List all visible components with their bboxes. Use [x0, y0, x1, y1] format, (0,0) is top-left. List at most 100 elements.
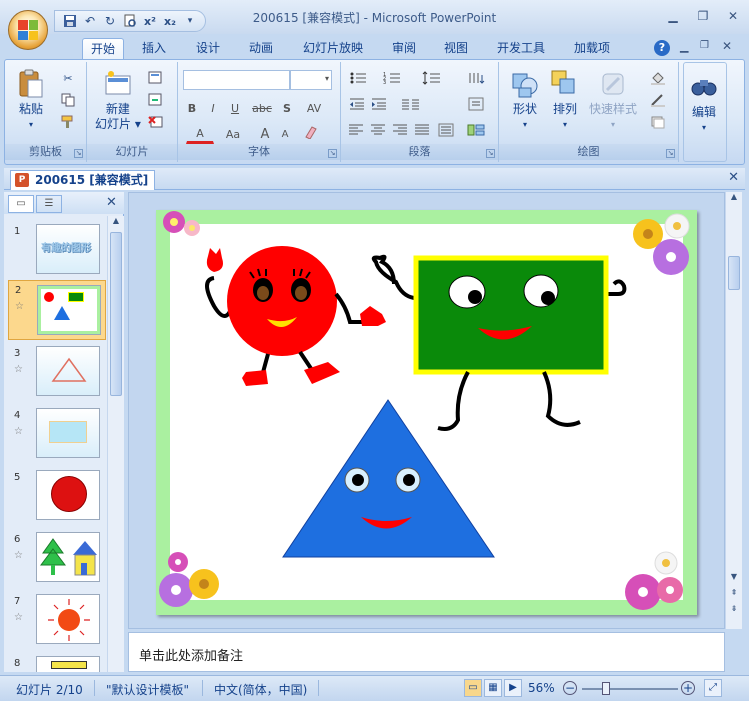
- notes-pane[interactable]: 单击此处添加备注: [128, 632, 725, 672]
- next-slide-icon[interactable]: ⇟: [726, 604, 742, 618]
- tab-home[interactable]: 开始: [82, 38, 124, 60]
- slides-tab[interactable]: ▭: [8, 195, 34, 213]
- columns-icon[interactable]: [397, 96, 425, 112]
- scroll-up-icon[interactable]: ▲: [108, 216, 124, 230]
- slide-thumbnail-8[interactable]: 8: [8, 654, 106, 672]
- clear-formatting-icon[interactable]: [302, 124, 320, 140]
- paragraph-launcher-icon[interactable]: ↘: [486, 149, 495, 158]
- tab-slideshow[interactable]: 幻灯片放映: [296, 38, 370, 60]
- minimize-button[interactable]: ▁: [661, 6, 685, 26]
- smartart-icon[interactable]: [465, 122, 489, 138]
- clipboard-launcher-icon[interactable]: ↘: [74, 149, 83, 158]
- decrease-indent-icon[interactable]: [347, 96, 367, 112]
- tab-design[interactable]: 设计: [186, 38, 230, 60]
- tab-view[interactable]: 视图: [434, 38, 478, 60]
- numbering-icon[interactable]: 123: [381, 70, 411, 86]
- theme-name[interactable]: "默认设计模板": [106, 681, 189, 698]
- font-size-combo[interactable]: ▾: [290, 70, 332, 90]
- grow-font-button[interactable]: A: [256, 124, 274, 144]
- editing-button[interactable]: 编辑 ▾: [688, 71, 720, 135]
- character-spacing-button[interactable]: AV: [300, 98, 328, 118]
- language-indicator[interactable]: 中文(简体，中国): [214, 681, 307, 698]
- distribute-icon[interactable]: [437, 122, 455, 138]
- previous-slide-icon[interactable]: ⇞: [726, 588, 742, 602]
- format-painter-icon[interactable]: [59, 114, 77, 130]
- customize-qat-icon[interactable]: ▾: [181, 12, 199, 30]
- scroll-up-icon[interactable]: ▲: [726, 192, 742, 206]
- zoom-level[interactable]: 56%: [528, 681, 555, 695]
- font-name-combo[interactable]: [183, 70, 290, 90]
- paste-button[interactable]: 粘贴 ▾: [15, 68, 47, 132]
- strikethrough-button[interactable]: abc: [250, 98, 274, 118]
- scroll-thumb[interactable]: [110, 232, 122, 396]
- save-icon[interactable]: [61, 12, 79, 30]
- bold-button[interactable]: B: [183, 98, 201, 118]
- cut-icon[interactable]: ✂: [59, 70, 77, 86]
- text-direction-icon[interactable]: [465, 70, 489, 86]
- align-text-icon[interactable]: [465, 96, 489, 112]
- doc-minimize-icon[interactable]: ▁: [680, 40, 688, 53]
- drawing-launcher-icon[interactable]: ↘: [666, 149, 675, 158]
- fit-to-window-icon[interactable]: ⤢: [704, 679, 722, 697]
- tab-developer[interactable]: 开发工具: [490, 38, 552, 60]
- zoom-out-icon[interactable]: −: [563, 681, 577, 695]
- help-icon[interactable]: ?: [654, 40, 670, 56]
- align-center-icon[interactable]: [369, 122, 387, 138]
- subscript-icon[interactable]: x₂: [161, 12, 179, 30]
- maximize-button[interactable]: ❐: [691, 6, 715, 26]
- close-button[interactable]: ✕: [721, 6, 745, 26]
- increase-indent-icon[interactable]: [369, 96, 389, 112]
- layout-icon[interactable]: [147, 70, 165, 86]
- triangle-character[interactable]: [282, 399, 495, 558]
- underline-button[interactable]: U: [226, 98, 244, 118]
- doc-close-icon[interactable]: ✕: [722, 39, 732, 53]
- shapes-button[interactable]: 形状 ▾: [509, 68, 541, 132]
- shape-outline-icon[interactable]: [649, 92, 667, 108]
- slides-pane-scrollbar[interactable]: ▲: [107, 216, 124, 672]
- superscript-icon[interactable]: x²: [141, 12, 159, 30]
- zoom-slider-thumb[interactable]: [602, 682, 610, 695]
- slideshow-view-button[interactable]: ▶: [504, 679, 522, 697]
- slide-thumbnail-2[interactable]: 2 ☆: [8, 280, 106, 340]
- tab-insert[interactable]: 插入: [132, 38, 176, 60]
- print-preview-icon[interactable]: [121, 12, 139, 30]
- slide-scrollbar[interactable]: ▲ ▼ ⇞ ⇟: [725, 192, 742, 629]
- new-slide-button[interactable]: 新建 幻灯片 ▾: [95, 68, 141, 132]
- italic-button[interactable]: I: [204, 98, 222, 118]
- shrink-font-button[interactable]: A: [276, 124, 294, 144]
- tab-review[interactable]: 审阅: [382, 38, 426, 60]
- change-case-button[interactable]: Aa: [218, 124, 248, 144]
- justify-icon[interactable]: [413, 122, 431, 138]
- document-close-icon[interactable]: ✕: [728, 170, 739, 185]
- tab-animations[interactable]: 动画: [239, 38, 283, 60]
- zoom-slider[interactable]: [582, 688, 678, 690]
- undo-icon[interactable]: ↶: [81, 12, 99, 30]
- font-color-button[interactable]: A: [186, 124, 214, 144]
- outline-tab[interactable]: ☰: [36, 195, 62, 213]
- slide-thumbnail-1[interactable]: 1 有趣的图形: [8, 222, 106, 276]
- scroll-down-icon[interactable]: ▼: [726, 572, 742, 586]
- zoom-in-icon[interactable]: +: [681, 681, 695, 695]
- rectangle-character[interactable]: [371, 254, 627, 431]
- office-button[interactable]: [8, 10, 48, 50]
- slide-thumbnail-5[interactable]: 5: [8, 468, 106, 522]
- slide-sorter-view-button[interactable]: ▦: [484, 679, 502, 697]
- circle-character[interactable]: [205, 246, 386, 386]
- slide-thumbnail-7[interactable]: 7 ☆: [8, 592, 106, 646]
- tab-addins[interactable]: 加载项: [566, 38, 618, 60]
- slide-thumbnail-4[interactable]: 4 ☆: [8, 406, 106, 460]
- current-slide[interactable]: [156, 210, 697, 615]
- pane-close-icon[interactable]: ✕: [106, 195, 117, 210]
- delete-slide-icon[interactable]: [147, 114, 165, 130]
- shadow-button[interactable]: S: [278, 98, 296, 118]
- shape-effects-icon[interactable]: [649, 114, 667, 130]
- quick-styles-button[interactable]: 快速样式 ▾: [589, 68, 637, 132]
- line-spacing-icon[interactable]: [419, 70, 447, 86]
- arrange-button[interactable]: 排列 ▾: [549, 68, 581, 132]
- slide-thumbnail-3[interactable]: 3 ☆: [8, 344, 106, 398]
- doc-restore-icon[interactable]: ❐: [700, 40, 709, 51]
- normal-view-button[interactable]: ▭: [464, 679, 482, 697]
- align-right-icon[interactable]: [391, 122, 409, 138]
- bullets-icon[interactable]: [347, 70, 377, 86]
- document-tab[interactable]: P 200615 [兼容模式]: [10, 170, 156, 190]
